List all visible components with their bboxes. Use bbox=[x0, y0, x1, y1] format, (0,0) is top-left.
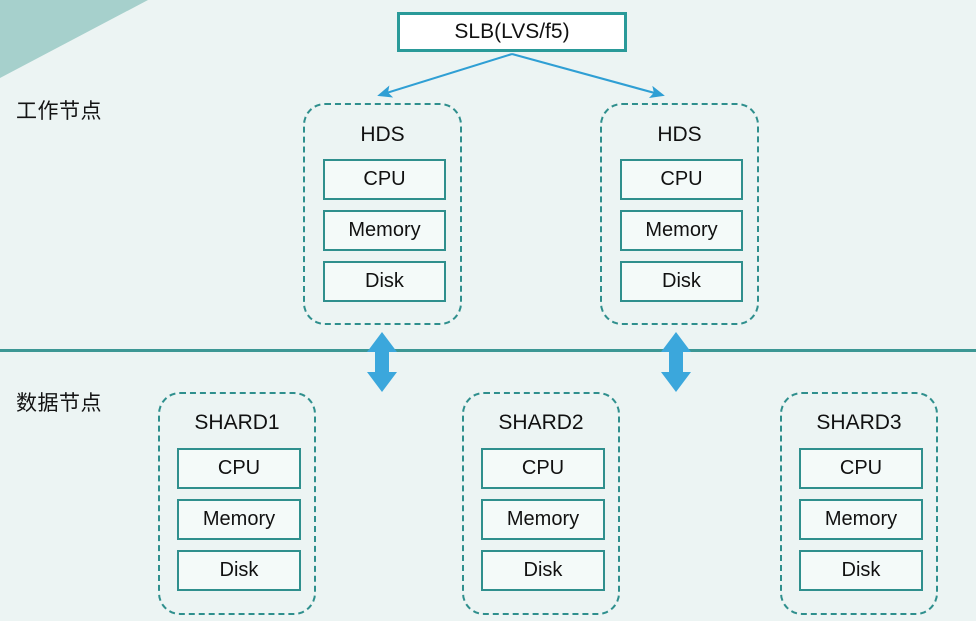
diagram-canvas: 工作节点 数据节点 SLB(LVS/f5) HDS CPU Memory Dis… bbox=[0, 0, 976, 621]
data-node-3-cpu-label: CPU bbox=[839, 457, 883, 479]
data-node-3-disk-box[interactable]: Disk bbox=[799, 550, 923, 591]
corner-wedge-decoration bbox=[0, 0, 148, 78]
worker-node-1-memory-label: Memory bbox=[348, 219, 421, 241]
worker-node-2-cpu-label: CPU bbox=[660, 168, 703, 190]
data-node-3-memory-box[interactable]: Memory bbox=[799, 499, 923, 540]
data-node-title-1: SHARD1 bbox=[194, 411, 280, 434]
data-node-3-disk-label: Disk bbox=[841, 559, 881, 581]
worker-node-2-memory-box[interactable]: Memory bbox=[620, 210, 743, 251]
worker-node-2-cpu-box[interactable]: CPU bbox=[620, 159, 743, 200]
data-node-2-memory-label: Memory bbox=[506, 508, 580, 530]
bidirectional-arrow-left bbox=[367, 332, 397, 392]
data-node-2-memory-box[interactable]: Memory bbox=[481, 499, 605, 540]
worker-node-1-cpu-box[interactable]: CPU bbox=[323, 159, 446, 200]
load-balancer-label: SLB(LVS/f5) bbox=[454, 20, 570, 43]
data-node-group-2[interactable]: SHARD2 CPU Memory Disk bbox=[462, 392, 620, 615]
data-node-2-cpu-label: CPU bbox=[521, 457, 565, 479]
worker-node-group-2[interactable]: HDS CPU Memory Disk bbox=[600, 103, 759, 325]
worker-node-group-1[interactable]: HDS CPU Memory Disk bbox=[303, 103, 462, 325]
data-node-1-memory-box[interactable]: Memory bbox=[177, 499, 301, 540]
data-node-group-1[interactable]: SHARD1 CPU Memory Disk bbox=[158, 392, 316, 615]
tier-label-work-nodes: 工作节点 bbox=[16, 99, 102, 123]
arrow-slb-to-hds-2 bbox=[511, 52, 665, 98]
data-node-1-disk-label: Disk bbox=[219, 559, 259, 581]
worker-node-1-disk-box[interactable]: Disk bbox=[323, 261, 446, 302]
data-node-title-3: SHARD3 bbox=[816, 411, 902, 434]
worker-node-1-cpu-label: CPU bbox=[363, 168, 406, 190]
worker-node-1-memory-box[interactable]: Memory bbox=[323, 210, 446, 251]
worker-node-2-disk-box[interactable]: Disk bbox=[620, 261, 743, 302]
data-node-2-disk-label: Disk bbox=[523, 559, 563, 581]
worker-node-title-2: HDS bbox=[657, 123, 702, 146]
data-node-3-cpu-box[interactable]: CPU bbox=[799, 448, 923, 489]
data-node-3-memory-label: Memory bbox=[824, 508, 898, 530]
worker-node-2-memory-label: Memory bbox=[645, 219, 718, 241]
worker-node-1-disk-label: Disk bbox=[365, 270, 404, 292]
tier-divider-line bbox=[0, 349, 976, 352]
worker-node-2-disk-label: Disk bbox=[662, 270, 701, 292]
data-node-1-cpu-box[interactable]: CPU bbox=[177, 448, 301, 489]
data-node-title-2: SHARD2 bbox=[498, 411, 584, 434]
worker-node-title-1: HDS bbox=[360, 123, 405, 146]
data-node-2-disk-box[interactable]: Disk bbox=[481, 550, 605, 591]
load-balancer-box[interactable]: SLB(LVS/f5) bbox=[397, 12, 627, 52]
data-node-1-cpu-label: CPU bbox=[217, 457, 261, 479]
arrow-slb-to-hds-1 bbox=[377, 52, 513, 98]
data-node-1-memory-label: Memory bbox=[202, 508, 276, 530]
data-node-2-cpu-box[interactable]: CPU bbox=[481, 448, 605, 489]
data-node-group-3[interactable]: SHARD3 CPU Memory Disk bbox=[780, 392, 938, 615]
data-node-1-disk-box[interactable]: Disk bbox=[177, 550, 301, 591]
bidirectional-arrow-right bbox=[661, 332, 691, 392]
tier-label-data-nodes: 数据节点 bbox=[16, 391, 102, 415]
